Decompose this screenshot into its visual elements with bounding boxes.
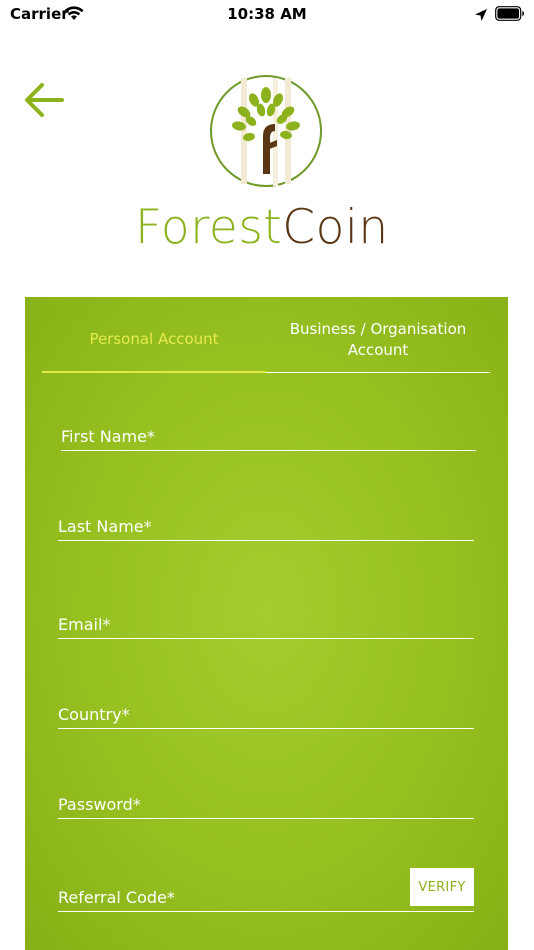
logo-text-forest: Forest bbox=[135, 200, 283, 255]
password-field bbox=[58, 783, 474, 819]
tab-personal-account[interactable]: Personal Account bbox=[42, 307, 266, 373]
battery-icon bbox=[495, 6, 525, 25]
tab-business-label: Business / Organisation Account bbox=[289, 319, 467, 359]
country-field bbox=[58, 693, 474, 729]
first-name-input[interactable] bbox=[61, 415, 476, 450]
logo-text-coin: Coin bbox=[282, 200, 389, 255]
location-arrow-icon bbox=[474, 7, 488, 26]
account-type-tabs: Personal Account Business / Organisation… bbox=[42, 307, 490, 374]
password-input[interactable] bbox=[58, 783, 474, 818]
email-field bbox=[58, 603, 474, 639]
tab-business-account[interactable]: Business / Organisation Account bbox=[266, 307, 490, 373]
country-input[interactable] bbox=[58, 693, 474, 728]
last-name-input[interactable] bbox=[58, 505, 474, 540]
email-input[interactable] bbox=[58, 603, 474, 638]
first-name-field bbox=[61, 415, 476, 451]
status-bar: Carrier 10:38 AM bbox=[0, 0, 534, 30]
verify-button[interactable]: VERIFY bbox=[410, 868, 474, 906]
logo-wordmark: ForestCoin bbox=[135, 200, 400, 255]
registration-form-panel: Personal Account Business / Organisation… bbox=[25, 297, 508, 950]
forestcoin-logo: ForestCoin bbox=[135, 72, 400, 255]
clock: 10:38 AM bbox=[227, 5, 307, 23]
arrow-left-icon bbox=[20, 83, 66, 124]
tree-logo-icon bbox=[209, 74, 323, 188]
back-button[interactable] bbox=[20, 80, 70, 122]
last-name-field bbox=[58, 505, 474, 541]
